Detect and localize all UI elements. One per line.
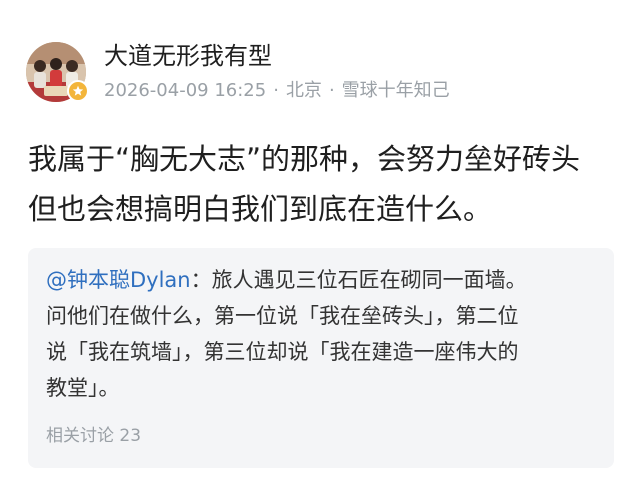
post-content: 我属于“胸无大志”的那种，会努力垒好砖头 但也会想搞明白我们到底在造什么。 [28, 134, 618, 234]
quoted-post-text: @钟本聪Dylan：旅人遇见三位石匠在砌同一面墙。 问他们在做什么，第一位说「我… [46, 262, 606, 406]
mention-link[interactable]: @钟本聪Dylan [46, 268, 191, 292]
author-name[interactable]: 大道无形我有型 [104, 40, 272, 72]
quoted-post-card[interactable]: @钟本聪Dylan：旅人遇见三位石匠在砌同一面墙。 问他们在做什么，第一位说「我… [28, 248, 614, 468]
quoted-post-line-text: ：旅人遇见三位石匠在砌同一面墙。 [190, 268, 527, 292]
post-content-line: 但也会想搞明白我们到底在造什么。 [28, 192, 493, 226]
quoted-post-line: 问他们在做什么，第一位说「我在垒砖头」，第二位 [46, 304, 519, 328]
verified-star-icon [67, 80, 89, 102]
quoted-post-line: 说「我在筑墙」，第三位却说「我在建造一座伟大的 [46, 340, 519, 364]
post-card: 大道无形我有型 2026-04-09 16:25 · 北京 · 雪球十年知己 我属于“胸… [0, 0, 641, 500]
meta-separator: · [273, 80, 279, 101]
related-discussion-link[interactable]: 相关讨论 23 [46, 424, 141, 448]
meta-separator: · [328, 80, 335, 101]
quoted-post-line: 教堂」。 [46, 376, 120, 400]
post-source: 雪球十年知己 [341, 80, 450, 101]
post-content-line: 我属于“胸无大志”的那种，会努力垒好砖头 [28, 142, 581, 176]
post-location: 北京 [285, 80, 322, 101]
post-meta: 2026-04-09 16:25 · 北京 · 雪球十年知己 [104, 78, 450, 104]
post-datetime: 2026-04-09 16:25 [104, 80, 267, 101]
quoted-post-line: @钟本聪Dylan：旅人遇见三位石匠在砌同一面墙。 [46, 262, 606, 298]
